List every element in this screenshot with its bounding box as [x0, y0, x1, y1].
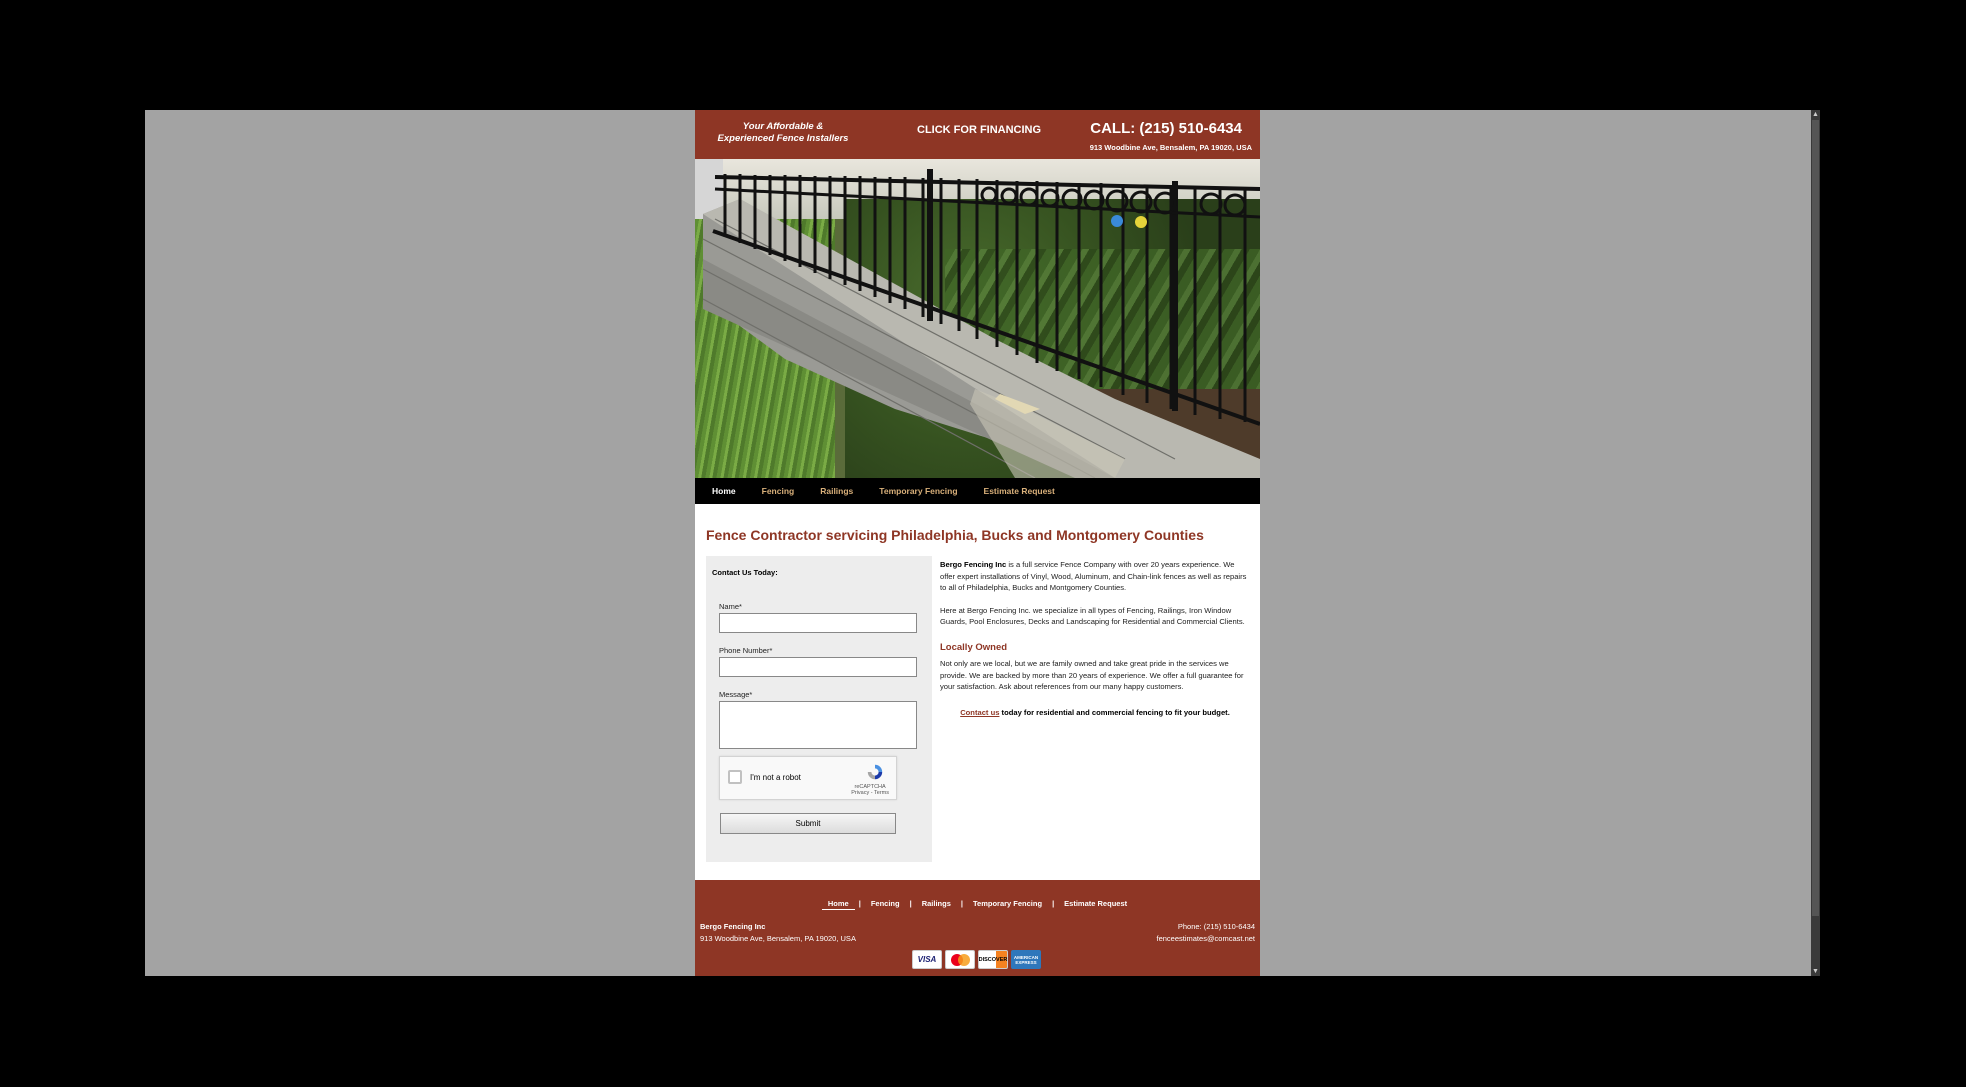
page: Your Affordable & Experienced Fence Inst… [695, 110, 1260, 976]
header-address: 913 Woodbine Ave, Bensalem, PA 19020, US… [1089, 143, 1252, 152]
site-header: Your Affordable & Experienced Fence Inst… [695, 110, 1260, 159]
tagline: Your Affordable & Experienced Fence Inst… [708, 121, 858, 145]
browser-viewport: Your Affordable & Experienced Fence Inst… [145, 110, 1820, 976]
visa-card-icon: VISA [912, 950, 942, 969]
submit-button[interactable]: Submit [720, 813, 896, 834]
call-phone-link[interactable]: CALL: (215) 510-6434 [1090, 120, 1242, 137]
scroll-down-arrow-icon[interactable]: ▼ [1811, 967, 1820, 976]
footer-nav-railings[interactable]: Railings [916, 899, 957, 908]
hero-iron-fence [712, 169, 1260, 426]
services-paragraph: Here at Bergo Fencing Inc. we specialize… [940, 605, 1245, 627]
name-label: Name* [719, 602, 742, 611]
footer-separator: | [909, 899, 912, 908]
footer-separator: | [1052, 899, 1055, 908]
footer-nav-fencing[interactable]: Fencing [865, 899, 906, 908]
locally-owned-heading: Locally Owned [940, 641, 1008, 653]
name-field[interactable] [719, 613, 917, 633]
footer-company-name: Bergo Fencing Inc [700, 922, 766, 931]
footer-nav-temporary-fencing[interactable]: Temporary Fencing [967, 899, 1048, 908]
discover-card-icon: DISCOVER [978, 950, 1008, 969]
cta-text: today for residential and commercial fen… [999, 707, 1230, 717]
nav-temporary-fencing[interactable]: Temporary Fencing [879, 486, 957, 496]
footer-separator: | [960, 899, 964, 908]
contact-us-link[interactable]: Contact us [960, 708, 999, 717]
intro-text: Bergo Fencing Inc is a full service Fenc… [940, 559, 1250, 718]
hero-image-fence [695, 159, 1260, 478]
recaptcha-widget: I'm not a robot reCAPTCHA Privacy - Term… [719, 756, 897, 800]
main-content: Fence Contractor servicing Philadelphia,… [695, 504, 1260, 880]
contact-form-heading: Contact Us Today: [712, 568, 778, 577]
recaptcha-icon [867, 764, 883, 780]
message-field[interactable] [719, 701, 917, 749]
footer-phone[interactable]: Phone: (215) 510-6434 [1178, 922, 1255, 931]
nav-home[interactable]: Home [712, 486, 736, 496]
nav-fencing[interactable]: Fencing [762, 486, 795, 496]
page-title: Fence Contractor servicing Philadelphia,… [706, 527, 1204, 543]
main-nav: Home Fencing Railings Temporary Fencing … [695, 478, 1260, 504]
intro-paragraph: Bergo Fencing Inc is a full service Fenc… [940, 559, 1250, 594]
recaptcha-privacy-terms[interactable]: Privacy - Terms [851, 790, 889, 796]
footer-nav-home[interactable]: Home [821, 899, 855, 910]
recaptcha-branding: reCAPTCHA Privacy - Terms [851, 784, 889, 796]
footer-separator: | [858, 899, 861, 908]
message-label: Message* [719, 690, 753, 699]
phone-field[interactable] [719, 657, 917, 677]
footer-email-link[interactable]: fenceestimates@comcast.net [1157, 934, 1256, 943]
financing-link[interactable]: CLICK FOR FINANCING [917, 124, 1041, 136]
nav-railings[interactable]: Railings [820, 486, 853, 496]
recaptcha-checkbox[interactable] [728, 770, 742, 784]
footer-nav-estimate-request[interactable]: Estimate Request [1058, 899, 1133, 908]
call-to-action: Contact us today for residential and com… [940, 707, 1250, 719]
tagline-line-1: Your Affordable & [742, 121, 824, 132]
site-footer: Home | Fencing | Railings | Temporary Fencing |… [695, 880, 1260, 976]
scroll-up-arrow-icon[interactable]: ▲ [1811, 110, 1820, 119]
mastercard-icon [945, 950, 975, 969]
recaptcha-label: I'm not a robot [750, 773, 801, 782]
contact-form: Contact Us Today: Name* Phone Number* Me… [706, 556, 932, 862]
footer-address: 913 Woodbine Ave, Bensalem, PA 19020, US… [700, 934, 856, 943]
phone-label: Phone Number* [719, 646, 773, 655]
footer-nav: Home | Fencing | Railings | Temporary Fencing |… [695, 899, 1260, 910]
amex-card-icon: AMERICAN EXPRESS [1011, 950, 1041, 969]
vertical-scrollbar[interactable]: ▲ ▼ [1811, 110, 1820, 976]
payment-cards: VISA DISCOVER AMERICAN EXPRESS [912, 950, 1041, 969]
intro-company-name: Bergo Fencing Inc [940, 560, 1007, 569]
nav-estimate-request[interactable]: Estimate Request [984, 486, 1055, 496]
locally-owned-paragraph: Not only are we local, but we are family… [940, 659, 1244, 691]
scrollbar-thumb[interactable] [1812, 120, 1819, 916]
tagline-line-2: Experienced Fence Installers [717, 133, 849, 144]
